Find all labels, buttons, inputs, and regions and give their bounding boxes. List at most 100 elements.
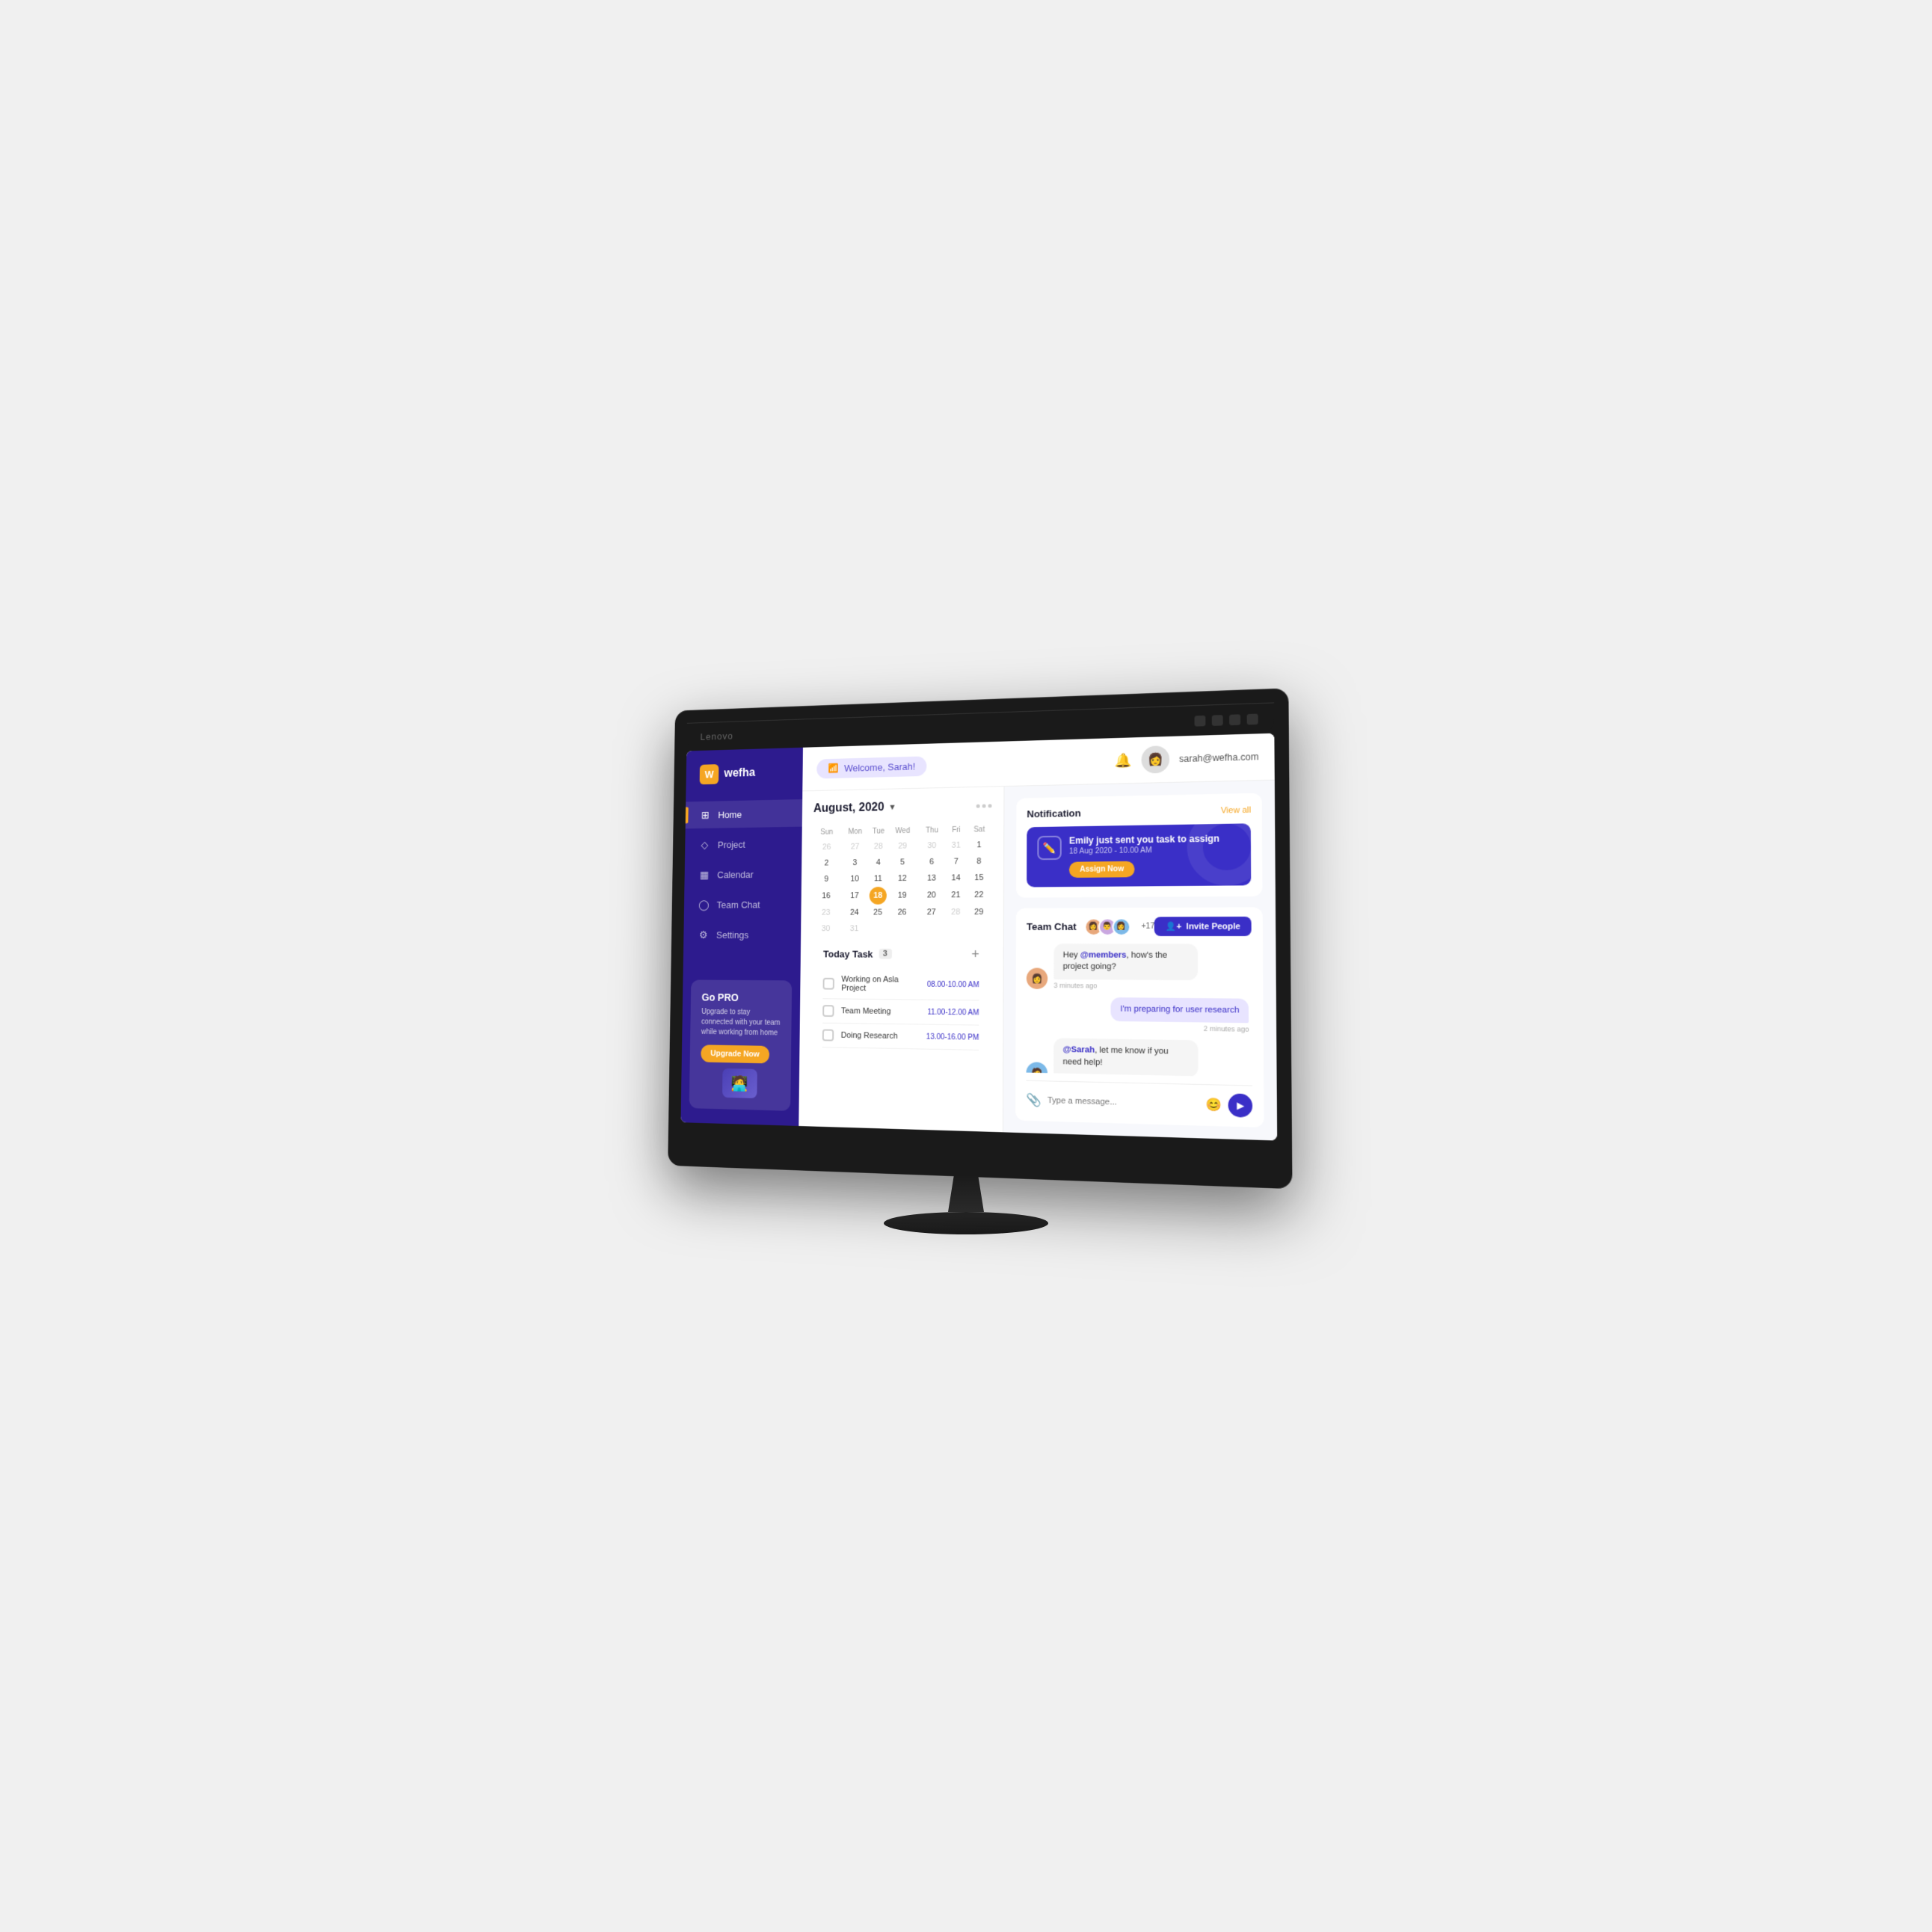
task-time-3: 13.00-16.00 PM: [926, 1033, 979, 1042]
sidebar-label-project: Project: [717, 839, 745, 850]
cal-day[interactable]: 13: [917, 870, 945, 887]
cal-day[interactable]: [917, 920, 945, 937]
chat-icon: ◯: [698, 898, 710, 911]
right-panel: Notification View all ✏️ Emily just sent…: [1003, 781, 1278, 1141]
cal-day[interactable]: 1: [967, 837, 991, 853]
cal-day[interactable]: 31: [945, 837, 966, 854]
send-button[interactable]: ▶: [1228, 1093, 1253, 1118]
cal-day[interactable]: 11: [870, 870, 887, 887]
cal-day[interactable]: [886, 920, 917, 937]
calendar-header: August, 2020 ▼: [813, 799, 992, 815]
msg-content-3: @Sarah, let me know if you need help! Ju…: [1053, 1038, 1198, 1077]
cal-day[interactable]: 23: [812, 905, 840, 921]
cal-day[interactable]: 20: [917, 886, 945, 904]
main-content: 📶 Welcome, Sarah! 🔔 👩 sarah@wefha.com: [799, 733, 1277, 1141]
calendar-dropdown-arrow[interactable]: ▼: [888, 803, 896, 812]
cal-day[interactable]: 8: [967, 853, 991, 870]
task-name-1: Working on Asla Project: [841, 975, 920, 994]
task-item-1: Working on Asla Project 08.00-10.00 AM: [822, 969, 979, 1000]
message-row-1: 👩 Hey @members, how's the project going?…: [1027, 944, 1249, 991]
cal-day[interactable]: 31: [839, 920, 869, 937]
invite-people-button[interactable]: 👤+ Invite People: [1154, 917, 1252, 936]
cal-day[interactable]: 3: [840, 855, 870, 871]
cal-day[interactable]: 10: [840, 871, 870, 887]
cal-day[interactable]: 16: [812, 887, 840, 905]
task-checkbox-2[interactable]: [822, 1005, 834, 1017]
cal-day[interactable]: 29: [887, 838, 918, 855]
cal-day[interactable]: 21: [945, 886, 966, 904]
sidebar-item-calendar[interactable]: ▦ Calendar: [684, 860, 802, 888]
add-task-button[interactable]: +: [971, 947, 979, 961]
cal-day[interactable]: 30: [918, 837, 946, 854]
msg-bubble-3: @Sarah, let me know if you need help!: [1053, 1038, 1198, 1077]
cal-day[interactable]: 5: [887, 854, 918, 870]
ctrl-btn-4: [1247, 713, 1258, 724]
task-time-2: 11.00-12.00 AM: [927, 1008, 979, 1017]
task-name-2: Team Meeting: [841, 1006, 920, 1016]
cal-day[interactable]: 4: [870, 855, 887, 871]
cal-day[interactable]: 6: [918, 854, 946, 870]
task-checkbox-3[interactable]: [822, 1030, 834, 1042]
cal-day[interactable]: 7: [945, 853, 966, 870]
chat-member-avatars: 👩 👨 👩: [1084, 917, 1130, 936]
upgrade-now-button[interactable]: Upgrade Now: [701, 1045, 769, 1063]
cal-day[interactable]: 29: [966, 904, 991, 920]
cal-day[interactable]: 19: [887, 887, 918, 905]
cal-day[interactable]: 15: [966, 870, 991, 886]
msg-time-2: 2 minutes ago: [1111, 1024, 1249, 1033]
cal-day[interactable]: 27: [840, 839, 870, 855]
assign-now-button[interactable]: Assign Now: [1069, 861, 1135, 878]
cal-day[interactable]: 12: [887, 870, 918, 887]
screen: W wefha ⊞ Home ◇ Project ▦ Cale: [680, 733, 1277, 1141]
topbar-right: 🔔 👩 sarah@wefha.com: [1115, 743, 1258, 775]
cal-header-wed: Wed: [887, 824, 918, 838]
content-area: August, 2020 ▼: [799, 781, 1277, 1141]
cal-day[interactable]: 2: [813, 855, 840, 872]
cal-day[interactable]: 14: [945, 870, 966, 886]
task-item-2: Team Meeting 11.00-12.00 AM: [822, 999, 979, 1025]
monitor-controls: [1195, 713, 1258, 726]
cal-day[interactable]: [945, 920, 966, 937]
chat-title-group: Team Chat 👩 👨 👩 +17: [1027, 917, 1154, 936]
cal-day[interactable]: 26: [886, 904, 917, 920]
sidebar-item-settings[interactable]: ⚙ Settings: [683, 921, 801, 949]
cal-day[interactable]: 30: [812, 920, 840, 937]
emoji-button[interactable]: 😊: [1206, 1097, 1222, 1113]
cal-day[interactable]: 27: [917, 904, 945, 920]
task-checkbox-1[interactable]: [822, 978, 834, 990]
cal-day[interactable]: 26: [813, 839, 840, 855]
sidebar-item-home[interactable]: ⊞ Home: [685, 799, 802, 828]
invite-icon: 👤+: [1166, 921, 1181, 931]
calendar-more-options[interactable]: [976, 804, 991, 807]
sidebar-item-teamchat[interactable]: ◯ Team Chat: [684, 890, 802, 918]
msg-avatar-3: 🧑: [1026, 1062, 1047, 1077]
chat-messages: 👩 Hey @members, how's the project going?…: [1026, 944, 1252, 1077]
cal-day[interactable]: 28: [945, 904, 966, 920]
cal-day[interactable]: 18: [869, 887, 886, 905]
cal-header-thu: Thu: [918, 823, 946, 837]
msg-bubble-2: I'm preparing for user research: [1111, 997, 1249, 1024]
attachment-button[interactable]: 📎: [1026, 1092, 1041, 1108]
task-name-3: Doing Research: [840, 1031, 918, 1042]
cal-day[interactable]: 22: [966, 886, 991, 904]
message-input[interactable]: [1047, 1096, 1200, 1110]
cal-day[interactable]: 24: [840, 905, 870, 921]
cal-day[interactable]: 28: [870, 838, 887, 855]
cal-day[interactable]: 17: [840, 887, 870, 905]
wifi-icon: 📶: [828, 763, 838, 774]
team-chat-section: Team Chat 👩 👨 👩 +17 👤+: [1015, 907, 1264, 1127]
calendar-grid: Sun Mon Tue Wed Thu Fri Sat 262: [812, 822, 991, 937]
msg-content-1: Hey @members, how's the project going? 3…: [1053, 944, 1198, 990]
view-all-link[interactable]: View all: [1221, 805, 1251, 815]
cal-day[interactable]: [869, 920, 886, 937]
cal-header-sun: Sun: [813, 825, 840, 840]
cal-day[interactable]: 25: [869, 905, 886, 921]
sidebar-item-project[interactable]: ◇ Project: [685, 829, 802, 858]
monitor-stand-neck: [936, 1175, 996, 1212]
notification-bell-button[interactable]: 🔔: [1115, 752, 1132, 769]
cal-day[interactable]: [966, 920, 991, 937]
notification-header: Notification View all: [1027, 804, 1251, 819]
cal-day[interactable]: 9: [813, 871, 840, 887]
sidebar-logo: W wefha: [686, 762, 803, 802]
active-indicator: [686, 807, 689, 824]
